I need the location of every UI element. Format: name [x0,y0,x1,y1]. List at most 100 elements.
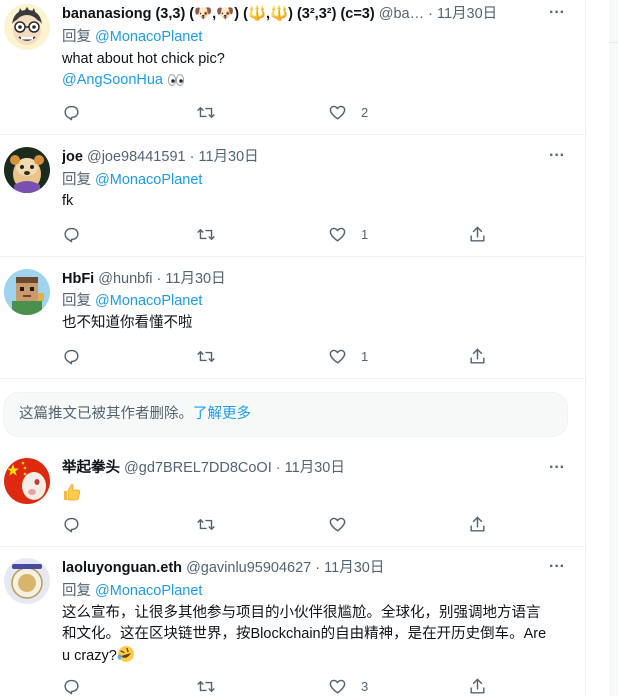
tweet-header: joe @joe98441591 · 11月30日 [62,147,555,167]
display-name[interactable]: 举起拳头 [62,460,120,476]
more-options-icon[interactable]: ··· [547,148,567,169]
display-name[interactable]: joe [62,149,83,165]
timestamp[interactable]: 11月30日 [324,560,384,576]
tweet-text-line: 和文化。这在区块链世界，按Blockchain的自由精神，是在开历史倒车。Are [62,626,547,642]
joe-avatar-image [4,147,50,193]
timestamp[interactable]: 11月30日 [165,271,225,287]
heart-icon [329,679,346,694]
like-button[interactable]: 3 [328,674,368,696]
deleted-tweet-notice: 这篇推文已被其作者删除。了解更多 [3,392,568,437]
more-options-icon[interactable]: ··· [547,559,567,580]
eyes-emoji-icon [167,73,185,94]
separator-dot: · [156,271,162,287]
tweet-juqiquantou[interactable]: 举起拳头 @gd7BREL7DD8CoOI · 11月30日 ··· [0,448,585,547]
like-button[interactable] [328,512,347,536]
user-handle[interactable]: @gavinlu95904627 [186,560,311,576]
replying-to-mention[interactable]: @MonacoPlanet [95,29,202,45]
learn-more-link[interactable]: 了解更多 [193,406,251,422]
avatar[interactable] [4,147,50,193]
heart-icon [329,227,346,242]
timestamp[interactable]: 11月30日 [437,6,497,22]
separator-dot: · [189,149,195,165]
thumbs-up-emoji-icon [62,482,82,509]
tweet-text: fk [62,193,74,209]
display-name[interactable]: laoluyonguan.eth [62,560,182,576]
tweet-hbfi[interactable]: HbFi @hunbfi · 11月30日 回复 @MonacoPlanet 也… [0,257,585,379]
more-options-icon[interactable]: ··· [547,5,567,26]
like-button[interactable]: 1 [328,222,368,246]
user-handle[interactable]: @gd7BREL7DD8CoOI [124,460,272,476]
retweet-button[interactable] [196,344,216,368]
separator-dot: · [428,6,433,22]
tweet-text [62,482,563,509]
timestamp[interactable]: 11月30日 [285,460,345,476]
user-handle[interactable]: @ba… [379,6,424,22]
user-handle[interactable]: @hunbfi [98,271,152,287]
reply-icon [64,517,79,532]
reply-button[interactable] [62,512,81,536]
share-button[interactable] [468,344,487,368]
rolling-laughing-emoji-icon [117,645,135,670]
reply-prefix: 回复 [62,172,91,188]
replying-to-mention[interactable]: @MonacoPlanet [95,583,202,599]
tweet-laoluyonguan[interactable]: laoluyonguan.eth @gavinlu95904627 · 11月3… [0,547,585,696]
retweet-icon [197,518,215,530]
retweet-icon [197,228,215,240]
like-button[interactable]: 1 [328,344,368,368]
reply-icon [64,227,79,242]
share-button[interactable] [468,222,487,246]
like-count: 1 [361,226,369,242]
separator-dot: · [315,560,321,576]
retweet-button[interactable] [196,100,216,124]
share-icon [470,348,485,364]
reply-button[interactable] [62,674,81,696]
reply-button[interactable] [62,344,81,368]
like-count: 2 [361,104,369,120]
tweet-text-line: what about hot chick pic? [62,51,225,67]
retweet-button[interactable] [196,512,216,536]
hbfi-avatar-image [4,269,50,315]
user-handle[interactable]: @joe98441591 [87,149,186,165]
tweet-header: 举起拳头 @gd7BREL7DD8CoOI · 11月30日 [62,458,555,478]
retweet-icon [197,680,215,692]
avatar[interactable] [4,269,50,315]
retweet-icon [197,106,215,118]
reply-icon [64,105,79,120]
tweet-text-line: 这么宣布，让很多其他参与项目的小伙伴很尴尬。全球化，别强调地方语言 [62,605,541,621]
tweet-header: bananasiong (3,3) (🐶,🐶) (🔱,🔱) (3²,3²) (c… [62,4,555,24]
tweet-bananasiong[interactable]: bananasiong (3,3) (🐶,🐶) (🔱,🔱) (3²,3²) (c… [0,0,585,135]
deleted-notice-text: 这篇推文已被其作者删除。 [19,406,193,422]
mention-link[interactable]: @AngSoonHua [62,72,163,88]
reply-button[interactable] [62,100,81,124]
display-name[interactable]: bananasiong (3,3) (🐶,🐶) (🔱,🔱) (3²,3²) (c… [62,6,375,22]
tweet-text: 也不知道你看懂不啦 [62,315,193,331]
replying-to-mention[interactable]: @MonacoPlanet [95,172,202,188]
avatar[interactable] [4,458,50,504]
replying-to-mention[interactable]: @MonacoPlanet [95,293,202,309]
share-button[interactable] [468,512,487,536]
replying-to: 回复 @MonacoPlanet [62,581,202,601]
tweet-actions: 1 [62,344,492,368]
tweet-actions: 1 [62,222,492,246]
reply-button[interactable] [62,222,81,246]
avatar[interactable] [4,558,50,604]
like-button[interactable]: 2 [328,100,368,124]
tweet-actions [62,512,492,536]
heart-icon [329,105,346,120]
replying-to: 回复 @MonacoPlanet [62,291,202,311]
tweet-actions: 2 [62,100,492,124]
retweet-button[interactable] [196,222,216,246]
replying-to: 回复 @MonacoPlanet [62,27,202,47]
avatar[interactable] [4,4,50,50]
share-button[interactable] [468,674,487,696]
tweet-header: laoluyonguan.eth @gavinlu95904627 · 11月3… [62,558,555,578]
tweet-text-line: @AngSoonHua [62,70,563,94]
more-options-icon[interactable]: ··· [547,460,567,481]
display-name[interactable]: HbFi [62,271,94,287]
timestamp[interactable]: 11月30日 [198,149,258,165]
share-icon [470,226,485,242]
share-icon [470,516,485,532]
tweet-joe[interactable]: joe @joe98441591 · 11月30日 ··· 回复 @Monaco… [0,135,585,257]
retweet-button[interactable] [196,674,216,696]
replying-to: 回复 @MonacoPlanet [62,170,202,190]
